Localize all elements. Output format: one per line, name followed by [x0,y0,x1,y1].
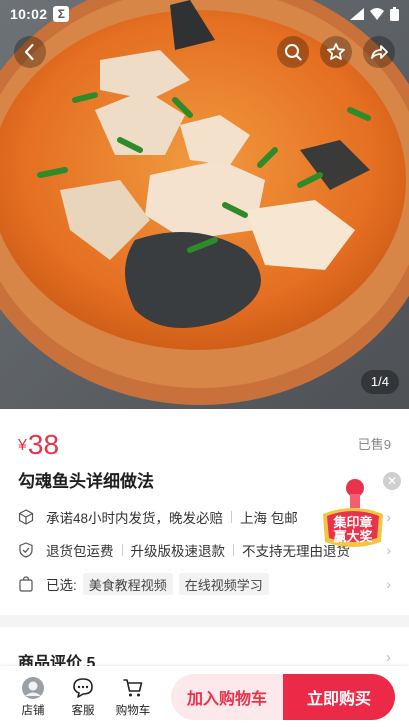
guarantee-item: 退货包运费 [46,544,114,559]
back-button[interactable] [14,36,46,68]
status-bar: 10:02 Σ [0,0,409,28]
promo-line2: 赢大奖 [333,529,373,545]
shop-label: 店铺 [21,704,45,717]
image-pager: 1/4 [360,370,399,394]
signal-icon [350,8,364,20]
bag-icon [19,576,33,592]
bottom-action-bar: 店铺 客服 购物车 加入购物车 立即购买 [0,666,409,727]
divider [233,544,234,556]
shop-button[interactable]: 店铺 [8,676,58,718]
customer-service-button[interactable]: 客服 [58,676,108,718]
shop-avatar-icon [21,676,45,700]
selected-label: 已选: [46,578,77,593]
wifi-icon [370,8,384,20]
share-button[interactable] [363,36,395,68]
share-icon [371,45,388,59]
price-row: ¥ 38 已售9 [18,425,391,461]
battery-icon [390,7,399,21]
promo-line1: 集印章 [332,515,372,531]
add-to-cart-button[interactable]: 加入购物车 [171,673,283,720]
spec-chip: 美食教程视频 [82,573,173,595]
service-label: 客服 [71,704,95,717]
divider [231,511,233,523]
stamp-promo-sticker[interactable]: 集印章 赢大奖 [317,476,389,556]
chat-icon [71,676,95,700]
cart-icon [121,676,145,700]
product-title: 勾魂鱼头详细做法 [18,472,154,491]
chevron-right-icon: › [386,649,391,666]
chevron-right-icon: › [382,576,391,592]
search-button[interactable] [277,36,309,68]
favorite-button[interactable] [320,36,352,68]
price-currency: ¥ [18,437,27,454]
shield-check-icon [19,542,33,558]
divider [121,544,123,556]
status-time: 10:02 [10,6,48,22]
chevron-left-icon [24,43,34,61]
guarantee-item: 升级版极速退款 [130,544,226,559]
sold-count: 已售9 [357,437,391,452]
price-amount: 38 [27,429,60,460]
search-icon [285,44,302,61]
cart-label: 购物车 [115,704,151,717]
package-icon [18,509,34,525]
product-image-gallery[interactable]: 10:02 Σ 1/4 [0,0,409,409]
selected-spec-row[interactable]: 已选: 美食教程视频 在线视频学习 › [18,573,391,595]
buy-now-button[interactable]: 立即购买 [283,673,395,720]
shipping-promise: 承诺48小时内发货，晚发必赔 [46,511,224,526]
cart-button[interactable]: 购物车 [108,676,158,718]
app-notification-icon: Σ [53,6,70,22]
star-icon [327,43,345,60]
shipping-origin: 上海 包邮 [240,511,298,526]
spec-chip: 在线视频学习 [178,573,269,595]
